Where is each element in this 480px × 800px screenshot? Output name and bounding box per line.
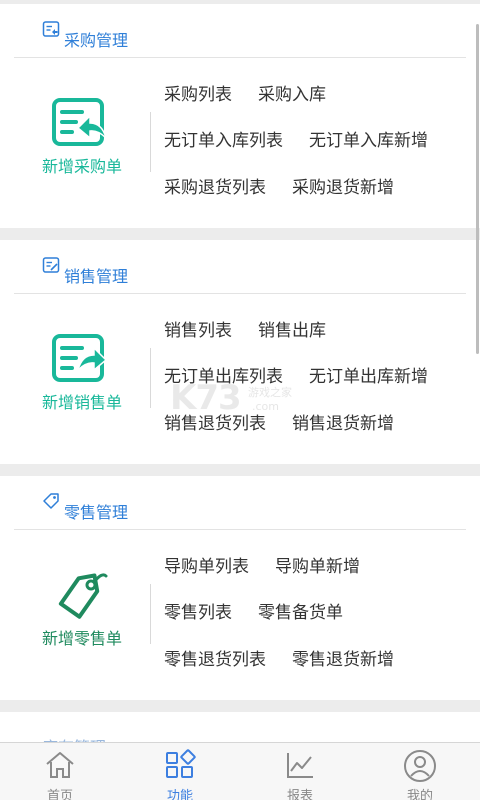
purchase-inbound-link[interactable]: 采购入库 — [258, 80, 326, 105]
scrollbar[interactable] — [476, 24, 479, 354]
shopping-guide-list-link[interactable]: 导购单列表 — [164, 552, 249, 577]
divider — [150, 112, 151, 172]
purchase-list-link[interactable]: 采购列表 — [164, 80, 232, 105]
section-header: 采购管理 — [14, 4, 466, 58]
divider — [150, 348, 151, 408]
tab-home[interactable]: 首页 — [0, 743, 120, 800]
add-retail-order-label: 新增零售单 — [41, 629, 122, 648]
section-sales: 销售管理 新增销售单 销售列表 销售出库 无订单出库列表 无订单出库新增 销售退… — [0, 240, 480, 464]
section-header: 零售管理 — [14, 476, 466, 530]
no-order-inbound-list-link[interactable]: 无订单入库列表 — [164, 126, 283, 151]
section-title: 采购管理 — [64, 30, 129, 50]
bottom-tab-bar: 首页 功能 报表 我的 — [0, 742, 480, 800]
add-retail-order-button[interactable]: 新增零售单 — [0, 530, 150, 698]
grid-icon — [166, 749, 196, 778]
retail-list-link[interactable]: 零售列表 — [164, 598, 232, 623]
purchase-return-list-link[interactable]: 采购退货列表 — [164, 173, 266, 198]
watermark-logo: K73 游戏之家 .com — [170, 378, 292, 418]
section-purchase: 采购管理 新增采购单 采购列表 采购入库 无订单入库列表 无订单入库新增 采购退… — [0, 4, 480, 228]
shopping-guide-add-link[interactable]: 导购单新增 — [275, 552, 360, 577]
price-tag-icon — [58, 573, 108, 619]
function-scroll-area[interactable]: 采购管理 新增采购单 采购列表 采购入库 无订单入库列表 无订单入库新增 采购退… — [0, 0, 480, 742]
sales-doc-icon — [42, 257, 60, 273]
sales-share-doc-icon — [52, 334, 108, 382]
tab-label: 首页 — [46, 789, 73, 800]
tab-mine[interactable]: 我的 — [360, 743, 480, 800]
add-purchase-order-label: 新增采购单 — [41, 157, 122, 176]
sales-outbound-link[interactable]: 销售出库 — [258, 316, 326, 341]
tab-label: 功能 — [166, 789, 193, 800]
no-order-inbound-add-link[interactable]: 无订单入库新增 — [309, 126, 428, 151]
tab-report[interactable]: 报表 — [240, 743, 360, 800]
section-retail: 零售管理 新增零售单 导购单列表 导购单新增 零售列表 零售备货单 零售退货列表… — [0, 476, 480, 700]
section-header: 销售管理 — [14, 240, 466, 294]
no-order-outbound-add-link[interactable]: 无订单出库新增 — [309, 362, 428, 387]
retail-stock-order-link[interactable]: 零售备货单 — [258, 598, 343, 623]
purchase-doc-icon — [42, 21, 60, 37]
section-title: 销售管理 — [64, 266, 129, 286]
tab-label: 报表 — [286, 789, 313, 800]
retail-return-add-link[interactable]: 零售退货新增 — [292, 645, 394, 670]
home-icon — [46, 752, 74, 778]
tag-icon — [43, 493, 59, 509]
purchase-return-add-link[interactable]: 采购退货新增 — [292, 173, 394, 198]
divider — [150, 584, 151, 644]
add-purchase-order-button[interactable]: 新增采购单 — [0, 58, 150, 226]
section-title: 零售管理 — [64, 502, 129, 522]
retail-return-list-link[interactable]: 零售退货列表 — [164, 645, 266, 670]
sales-list-link[interactable]: 销售列表 — [164, 316, 232, 341]
tab-function[interactable]: 功能 — [120, 743, 240, 800]
chart-icon — [287, 753, 313, 778]
purchase-return-doc-icon — [52, 98, 108, 146]
tab-label: 我的 — [406, 789, 433, 800]
add-sales-order-label: 新增销售单 — [41, 393, 122, 412]
add-sales-order-button[interactable]: 新增销售单 — [0, 294, 150, 462]
user-icon — [404, 750, 436, 782]
